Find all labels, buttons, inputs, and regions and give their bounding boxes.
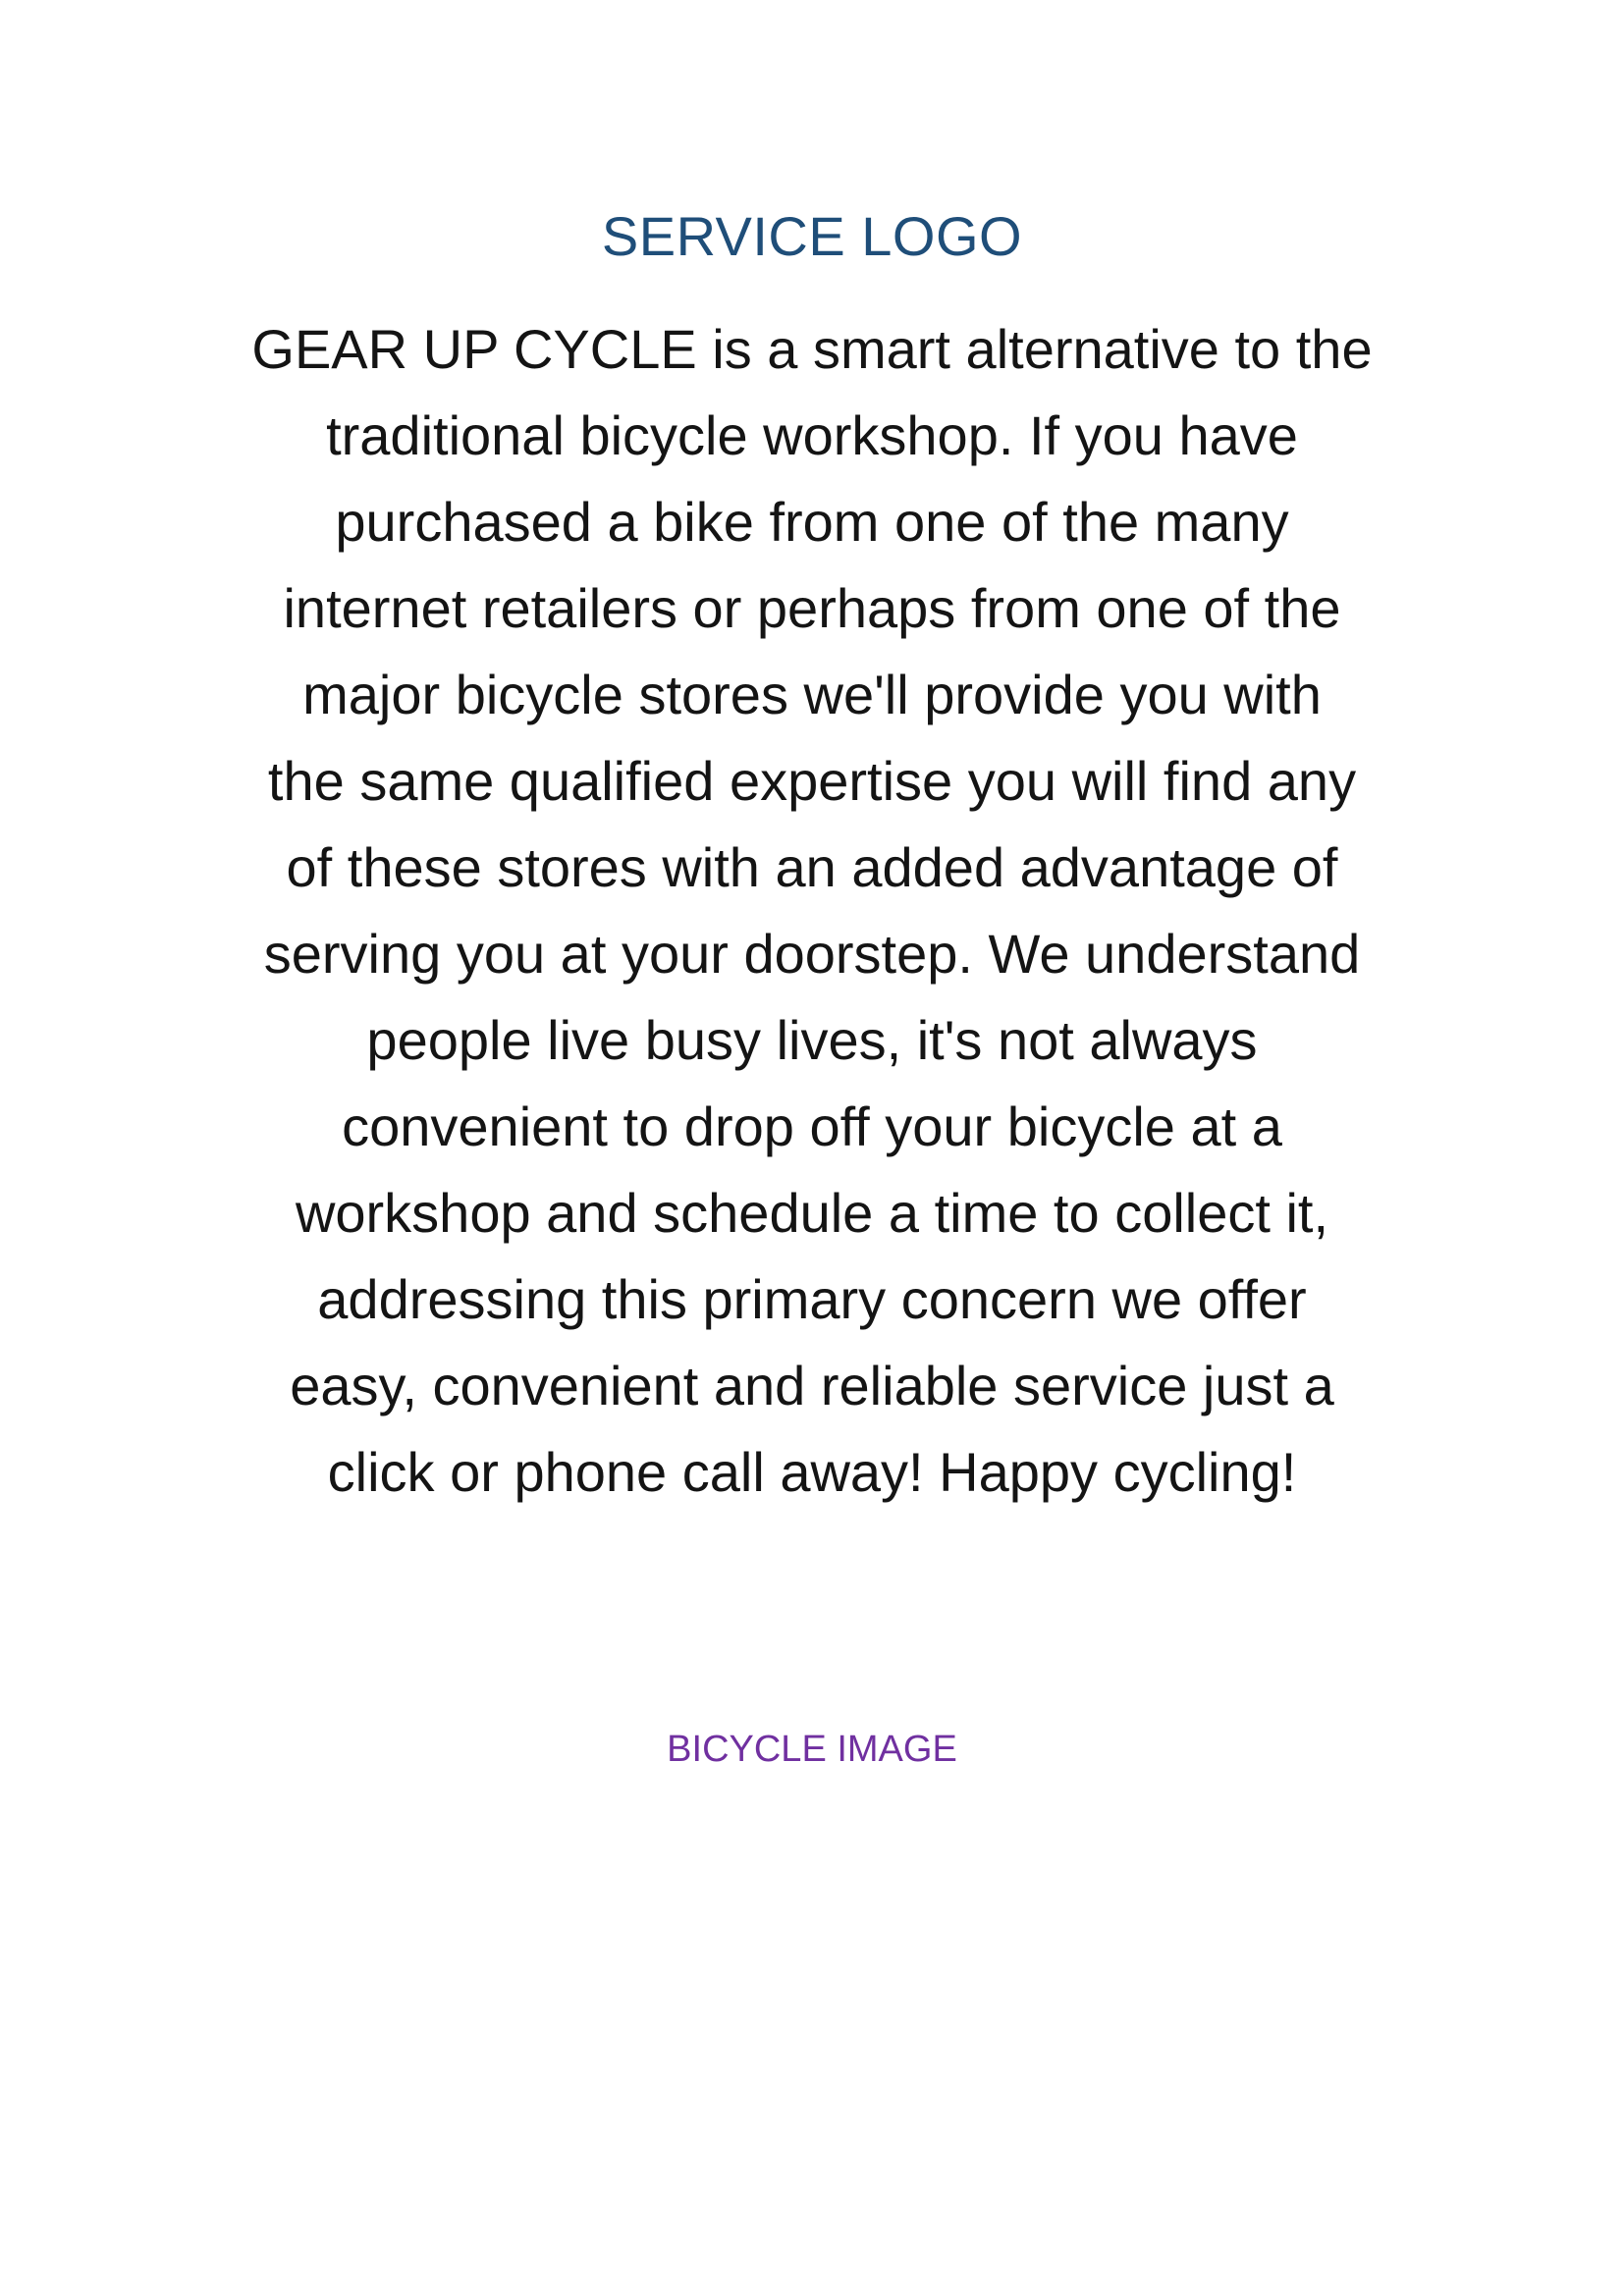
description-line: traditional bicycle workshop. If you hav…	[326, 404, 1298, 466]
document-page: SERVICE LOGO GEAR UP CYCLE is a smart al…	[0, 0, 1624, 2296]
description-line: workshop and schedule a time to collect …	[295, 1182, 1329, 1244]
description-line: easy, convenient and reliable service ju…	[290, 1355, 1334, 1416]
description-line: purchased a bike from one of the many	[335, 491, 1289, 553]
description-line: click or phone call away! Happy cycling!	[327, 1441, 1297, 1503]
description-line: convenient to drop off your bicycle at a	[342, 1095, 1282, 1157]
description-line: people live busy lives, it's not always	[366, 1009, 1258, 1071]
service-logo-placeholder: SERVICE LOGO	[601, 205, 1023, 267]
description-line: of these stores with an added advantage …	[286, 836, 1338, 898]
description-line: the same qualified expertise you will fi…	[267, 750, 1357, 812]
description-line: serving you at your doorstep. We underst…	[263, 923, 1361, 985]
description-line: major bicycle stores we'll provide you w…	[302, 664, 1322, 725]
description-paragraph: GEAR UP CYCLE is a smart alternative to …	[187, 306, 1437, 1516]
description-line: addressing this primary concern we offer	[317, 1268, 1307, 1330]
description-line: internet retailers or perhaps from one o…	[283, 577, 1341, 639]
bicycle-image-placeholder: BICYCLE IMAGE	[667, 1729, 957, 1770]
description-line: GEAR UP CYCLE is a smart alternative to …	[251, 318, 1373, 380]
